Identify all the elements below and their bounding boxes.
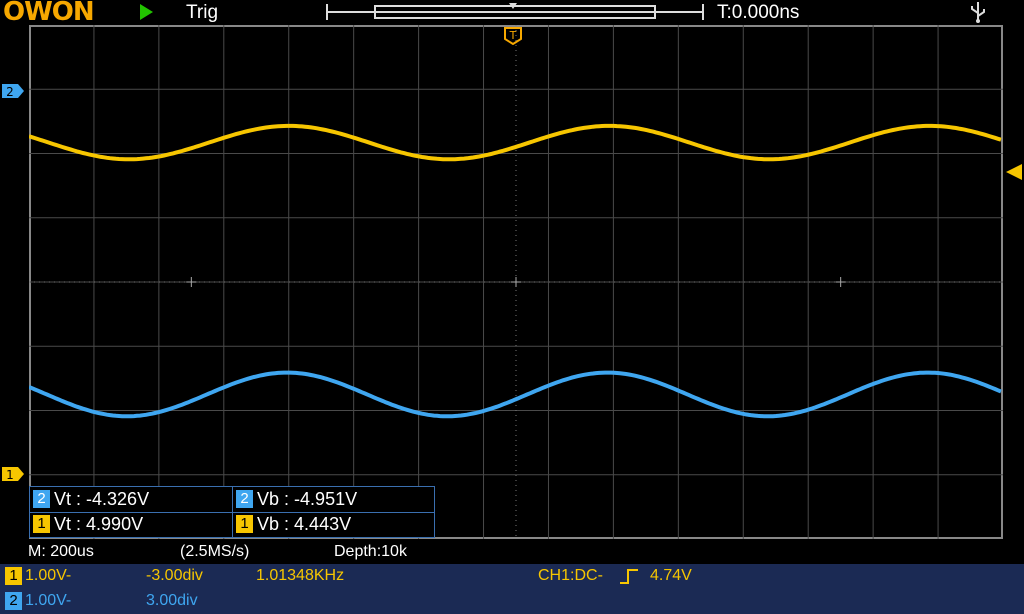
waveform-display[interactable] [29, 25, 1003, 539]
ch1-offset: -3.00div [146, 567, 203, 584]
timebase: M: 200us [28, 543, 94, 560]
ch1-info-row[interactable]: 1 1.00V- -3.00div 1.01348KHz CH1:DC- 4.7… [0, 564, 1024, 589]
sample-rate: (2.5MS/s) [180, 543, 250, 560]
trigger-status: Trig [186, 2, 219, 23]
svg-text:2: 2 [6, 85, 14, 98]
ch2-waveform [29, 370, 1002, 419]
time-offset: T:0.000ns [717, 2, 800, 23]
ch1-badge: 1 [5, 567, 22, 585]
graticule [29, 25, 1003, 539]
svg-text:T: T [509, 29, 517, 42]
trigger-level: 4.74V [650, 567, 692, 584]
ch1-position-marker[interactable]: 1 [2, 467, 24, 481]
ch1-scale: 1.00V- [25, 567, 72, 584]
ch2-badge: 2 [5, 592, 22, 610]
ch2-offset: 3.00div [146, 592, 198, 609]
brand-logo: OWON [3, 0, 95, 27]
trigger-position-marker[interactable]: T [504, 27, 522, 45]
memory-position-bar[interactable] [325, 0, 705, 24]
ch2-position-marker[interactable]: 2 [2, 84, 24, 98]
rising-edge-icon [620, 569, 638, 584]
measurement-item: 2 Vt : -4.326V [30, 487, 149, 511]
acquisition-status: M: 200us (2.5MS/s) Depth:10k [0, 540, 1024, 564]
measurement-panel: 2 Vt : -4.326V 2 Vb : -4.951V 1 Vt : 4.990V… [29, 486, 435, 538]
ch2-info-row[interactable]: 2 1.00V- 3.00div [0, 589, 1024, 614]
measurement-item: 1 Vt : 4.990V [30, 512, 143, 536]
svg-text:1: 1 [6, 468, 14, 481]
ch1-waveform [29, 123, 1002, 162]
trigger-level-marker[interactable] [1004, 163, 1024, 181]
usb-icon [971, 2, 985, 23]
measurement-item: 2 Vb : -4.951V [233, 487, 357, 511]
channel-info-panel: 1 1.00V- -3.00div 1.01348KHz CH1:DC- 4.7… [0, 564, 1024, 614]
ch2-scale: 1.00V- [25, 592, 72, 609]
top-bar: OWON Trig T:0.000ns [0, 0, 1024, 27]
trigger-source: CH1:DC- [538, 567, 603, 584]
run-state-icon[interactable] [140, 4, 153, 20]
measurement-item: 1 Vb : 4.443V [233, 512, 351, 536]
memory-depth: Depth:10k [334, 543, 407, 560]
ch1-frequency: 1.01348KHz [256, 567, 345, 584]
